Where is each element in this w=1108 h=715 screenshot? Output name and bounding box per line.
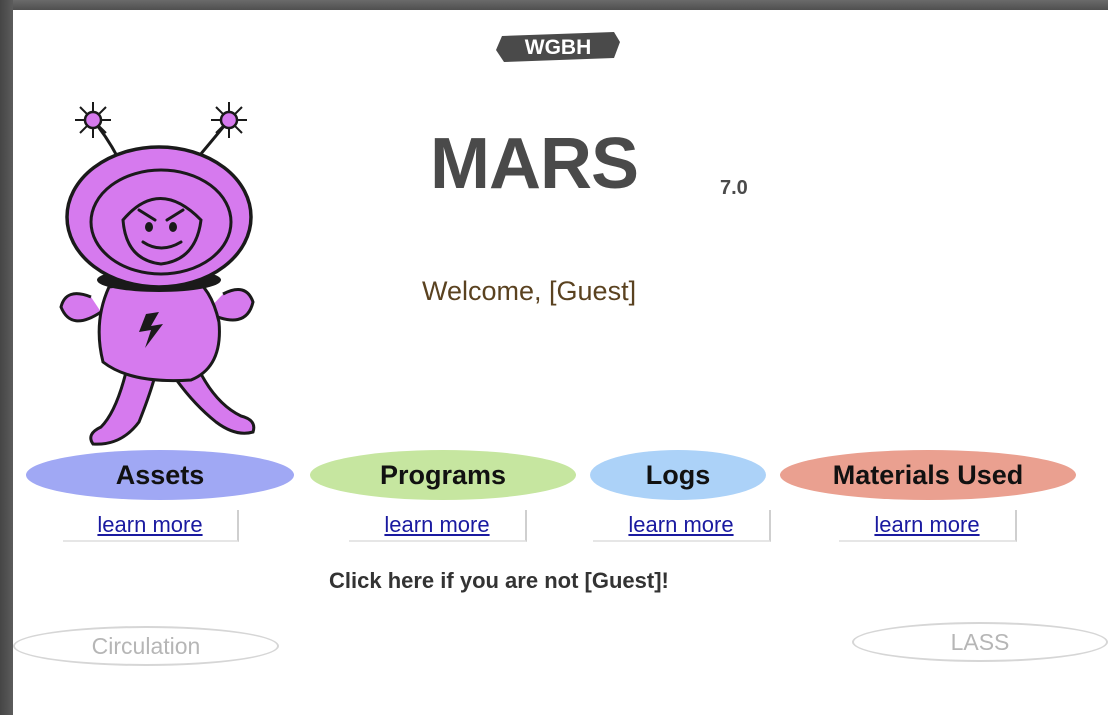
materials-used-learn-more-link[interactable]: learn more [839,510,1017,542]
assets-button[interactable]: Assets [26,450,294,500]
page-content: WGBH MARS 7.0 Welcome, [Guest] Assets Pr… [13,10,1108,715]
circulation-button[interactable]: Circulation [13,626,279,666]
lass-label: LASS [950,628,1010,655]
alien-mascot-illustration [59,102,256,446]
window-frame-left [0,0,13,715]
circulation-label: Circulation [91,632,201,659]
materials-used-button[interactable]: Materials Used [780,450,1076,500]
assets-learn-more-link[interactable]: learn more [63,510,239,542]
programs-label: Programs [379,459,507,490]
programs-button[interactable]: Programs [310,450,576,500]
logs-button[interactable]: Logs [590,450,766,500]
programs-learn-more-link[interactable]: learn more [349,510,527,542]
welcome-message: Welcome, [Guest] [422,276,637,306]
logs-label: Logs [645,459,711,490]
wgbh-logo: WGBH [496,32,620,62]
app-title: MARS [430,124,639,204]
assets-label: Assets [115,459,205,490]
app-version: 7.0 [720,177,748,199]
logs-learn-more-link[interactable]: learn more [593,510,771,542]
lass-button[interactable]: LASS [852,622,1108,662]
logo-text: WGBH [525,36,592,59]
materials-used-label: Materials Used [832,459,1024,490]
not-guest-link[interactable]: Click here if you are not [Guest]! [329,568,669,594]
